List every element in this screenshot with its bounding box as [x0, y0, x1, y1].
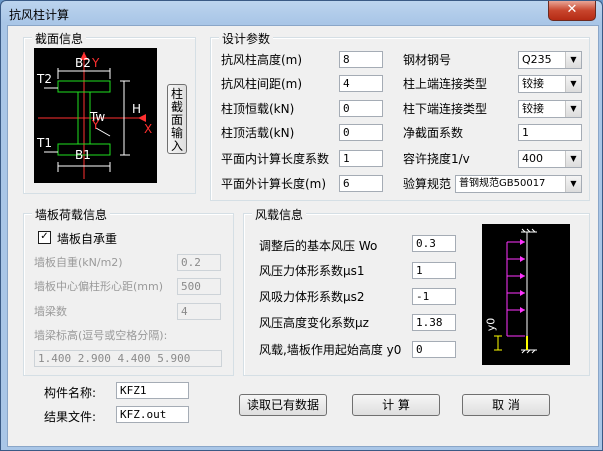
wall-weight-label: 墙板自重(kN/m2): [34, 256, 123, 269]
section-diagram: B2 Y T2 Tw H X T1 B1 Y: [34, 48, 157, 183]
cancel-button[interactable]: 取 消: [462, 394, 550, 416]
start-height-label: 风载,墙板作用起始高度 y0: [259, 343, 402, 357]
design-params-group: 设计参数 抗风柱高度(m) 8 抗风柱间距(m) 4 柱顶恒载(kN) 0 柱顶…: [210, 30, 590, 201]
chevron-down-icon: ▼: [565, 101, 581, 117]
wind-diagram: y0: [482, 224, 570, 365]
wall-beam-elev-input[interactable]: 1.400 2.900 4.400 5.900: [34, 350, 222, 367]
shape-pressure-input[interactable]: 1: [412, 262, 456, 279]
close-icon: ✕: [566, 2, 578, 17]
bottom-conn-select[interactable]: 铰接 ▼: [518, 100, 582, 118]
label-h: H: [132, 102, 142, 116]
label-x: X: [144, 122, 153, 136]
top-live-load-label: 柱顶活载(kN): [221, 126, 295, 140]
wall-weight-input[interactable]: 0.2: [177, 254, 221, 271]
section-input-button[interactable]: 柱截面输入: [167, 84, 187, 154]
shape-pressure-label: 风压力体形系数μs1: [259, 264, 365, 278]
wind-diagram-y0: y0: [484, 317, 498, 332]
label-t2: T2: [37, 72, 52, 86]
in-plane-coef-input[interactable]: 1: [339, 150, 383, 167]
deflection-select[interactable]: 400 ▼: [518, 150, 582, 168]
steel-select[interactable]: Q235 ▼: [518, 51, 582, 69]
calculate-button[interactable]: 计 算: [352, 394, 440, 416]
column-spacing-input[interactable]: 4: [339, 75, 383, 92]
top-live-load-input[interactable]: 0: [339, 124, 383, 141]
top-dead-load-label: 柱顶恒载(kN): [221, 102, 295, 116]
out-plane-length-input[interactable]: 6: [339, 175, 383, 192]
wall-beam-elev-label: 墙梁标高(逗号或空格分隔):: [34, 329, 168, 342]
self-bearing-label: 墙板自承重: [57, 232, 118, 246]
read-data-button[interactable]: 读取已有数据: [239, 394, 327, 416]
label-t1: T1: [37, 136, 52, 150]
top-dead-load-input[interactable]: 0: [339, 100, 383, 117]
wall-load-legend: 墙板荷载信息: [32, 206, 111, 223]
in-plane-coef-label: 平面内计算长度系数: [221, 152, 330, 166]
chevron-down-icon: ▼: [565, 151, 581, 167]
window-title: 抗风柱计算: [9, 8, 70, 22]
top-conn-label: 柱上端连接类型: [403, 77, 488, 91]
steel-label: 钢材钢号: [403, 53, 452, 67]
chevron-down-icon: ▼: [565, 52, 581, 68]
label-b2: B2: [75, 56, 91, 70]
start-height-input[interactable]: 0: [412, 341, 456, 358]
chevron-down-icon: ▼: [565, 176, 581, 192]
height-coef-input[interactable]: 1.38: [412, 314, 456, 331]
column-height-input[interactable]: 8: [339, 51, 383, 68]
code-label: 验算规范: [403, 177, 452, 191]
height-coef-label: 风压高度变化系数μz: [259, 316, 369, 330]
deflection-label: 容许挠度1/v: [403, 152, 470, 166]
wall-load-group: 墙板荷载信息 ✓ 墙板自承重 墙板自重(kN/m2) 0.2 墙板中心偏柱形心距…: [23, 206, 234, 376]
dialog-client: 截面信息 B2 Y T2 Tw H X T1 B1 Y 柱截面输入 设计参数 抗…: [7, 25, 599, 447]
net-section-label: 净截面系数: [403, 126, 464, 140]
wind-pressure-input[interactable]: 0.3: [412, 235, 456, 252]
wind-pressure-label: 调整后的基本风压 Wo: [259, 239, 378, 253]
chevron-down-icon: ▼: [565, 76, 581, 92]
close-button[interactable]: ✕: [548, 1, 596, 21]
member-name-input[interactable]: KFZ1: [116, 382, 189, 399]
column-height-label: 抗风柱高度(m): [221, 53, 303, 67]
out-plane-length-label: 平面外计算长度(m): [221, 177, 327, 191]
wall-beam-count-input[interactable]: 4: [177, 303, 221, 320]
label-y-top: Y: [92, 56, 100, 70]
wind-load-group: 风载信息 调整后的基本风压 Wo 0.3 风压力体形系数μs1 1 风吸力体形系…: [243, 206, 590, 376]
result-file-input[interactable]: KFZ.out: [116, 406, 189, 423]
bottom-conn-label: 柱下端连接类型: [403, 102, 488, 116]
wall-eccentric-label: 墙板中心偏柱形心距(mm): [34, 280, 164, 293]
self-bearing-checkbox[interactable]: ✓: [38, 231, 51, 244]
wall-eccentric-input[interactable]: 500: [177, 278, 221, 295]
dialog-window: 抗风柱计算 ✕ 截面信息 B2 Y T2 Tw H X T1 B1 Y 柱截面输…: [0, 0, 603, 451]
shape-suction-input[interactable]: -1: [412, 288, 456, 305]
label-y-bottom: Y: [92, 118, 100, 132]
net-section-input[interactable]: 1: [518, 124, 582, 141]
section-info-legend: 截面信息: [32, 30, 87, 47]
design-params-legend: 设计参数: [219, 30, 274, 47]
top-conn-select[interactable]: 铰接 ▼: [518, 75, 582, 93]
wind-load-legend: 风载信息: [252, 206, 307, 223]
title-bar: 抗风柱计算 ✕: [1, 1, 602, 25]
label-b1: B1: [75, 148, 91, 162]
code-select[interactable]: 普钢规范GB50017 ▼: [455, 175, 582, 193]
section-info-group: 截面信息 B2 Y T2 Tw H X T1 B1 Y 柱截面输入: [23, 30, 196, 194]
column-spacing-label: 抗风柱间距(m): [221, 77, 303, 91]
result-file-label: 结果文件:: [44, 410, 97, 424]
shape-suction-label: 风吸力体形系数μs2: [259, 290, 365, 304]
member-name-label: 构件名称:: [44, 386, 97, 400]
wall-beam-count-label: 墙梁数: [34, 305, 67, 318]
